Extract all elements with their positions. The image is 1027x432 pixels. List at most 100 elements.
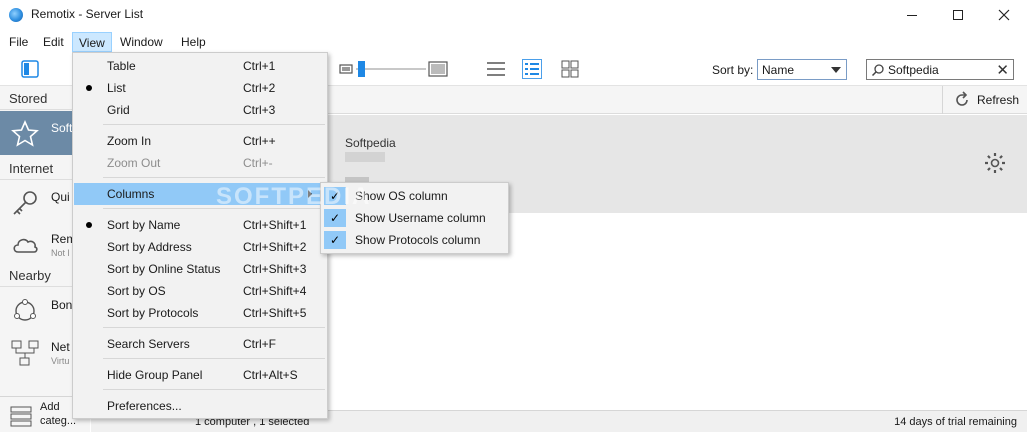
radio-dot-icon (86, 222, 92, 228)
window-title: Remotix - Server List (31, 7, 144, 21)
key-icon (13, 191, 37, 215)
menu-item-shortcut: Ctrl+3 (243, 103, 276, 117)
menu-item-label: Sort by Protocols (107, 306, 199, 320)
menu-item-shortcut: Ctrl+- (243, 156, 273, 170)
search-value: Softpedia (888, 63, 939, 77)
menu-item-hide-group-panel[interactable]: Hide Group Panel Ctrl+Alt+S (74, 364, 326, 386)
menu-item-label: Zoom In (107, 134, 152, 148)
checkmark-icon: ✓ (324, 209, 346, 227)
maximize-icon (953, 10, 963, 20)
menu-item-shortcut: Ctrl+2 (243, 81, 276, 95)
menu-item-shortcut: Ctrl+Alt+S (243, 368, 298, 382)
search-input[interactable]: Softpedia ✕ (866, 59, 1014, 80)
menu-item-label: List (107, 81, 126, 95)
sort-by-select[interactable]: Name (757, 59, 847, 80)
menu-separator (103, 208, 325, 209)
menu-item-search-servers[interactable]: Search Servers Ctrl+F (74, 333, 326, 355)
menu-item-table[interactable]: Table Ctrl+1 (74, 55, 326, 77)
menu-bar: File Edit View Window Help (0, 31, 1027, 53)
server-name: Softpedia (345, 136, 396, 150)
sort-by-label: Sort by: (712, 63, 754, 77)
menu-item-sort-by-address[interactable]: Sort by Address Ctrl+Shift+2 (74, 236, 326, 258)
menu-item-shortcut: Ctrl+Shift+2 (243, 240, 307, 254)
menu-item-label: Sort by Address (107, 240, 192, 254)
menu-item-shortcut: Ctrl+F (243, 337, 276, 351)
zoom-small-icon[interactable] (338, 59, 354, 79)
menu-help[interactable]: Help (175, 32, 212, 52)
menu-separator (103, 358, 325, 359)
app-logo-icon (9, 8, 23, 22)
close-icon (998, 9, 1010, 21)
refresh-icon (956, 91, 968, 106)
menu-item-sort-by-os[interactable]: Sort by OS Ctrl+Shift+4 (74, 280, 326, 302)
menu-item-show-protocols-column[interactable]: ✓ Show Protocols column (322, 229, 507, 251)
menu-item-shortcut: Ctrl++ (243, 134, 276, 148)
table-view-icon[interactable] (486, 59, 506, 79)
trial-status: 14 days of trial remaining (894, 416, 1017, 428)
menu-separator (103, 177, 325, 178)
menu-item-columns[interactable]: Columns (74, 183, 326, 205)
menu-item-shortcut: Ctrl+Shift+5 (243, 306, 307, 320)
checkmark-icon: ✓ (324, 231, 346, 249)
menu-item-label: Show Protocols column (355, 233, 481, 247)
menu-item-shortcut: Ctrl+1 (243, 59, 276, 73)
menu-item-label: Search Servers (107, 337, 190, 351)
menu-item-label: Show Username column (355, 211, 486, 225)
menu-item-preferences[interactable]: Preferences... (74, 395, 326, 417)
refresh-label: Refresh (977, 93, 1020, 107)
menu-item-label: Show OS column (355, 189, 448, 203)
menu-item-label: Sort by Name (107, 218, 181, 232)
menu-item-sort-by-online-status[interactable]: Sort by Online Status Ctrl+Shift+3 (74, 258, 326, 280)
menu-item-sort-by-name[interactable]: Sort by Name Ctrl+Shift+1 (74, 214, 326, 236)
bonjour-icon (14, 299, 36, 321)
menu-view[interactable]: View (72, 32, 112, 52)
minimize-icon (907, 14, 917, 16)
refresh-button[interactable]: Refresh (942, 86, 1027, 114)
menu-separator (103, 124, 325, 125)
cloud-icon (13, 238, 38, 253)
title-bar: Remotix - Server List (0, 0, 1027, 30)
checkmark-icon: ✓ (324, 187, 346, 205)
menu-item-label: Columns (107, 187, 155, 201)
minimize-button[interactable] (889, 0, 935, 30)
menu-item-label: Sort by Online Status (107, 262, 221, 276)
list-view-icon[interactable] (522, 59, 542, 79)
menu-item-show-os-column[interactable]: ✓ Show OS column (322, 185, 507, 207)
zoom-large-icon[interactable] (428, 59, 448, 79)
sidebar-toggle-icon[interactable] (20, 59, 40, 79)
menu-item-sort-by-protocols[interactable]: Sort by Protocols Ctrl+Shift+5 (74, 302, 326, 324)
menu-separator (103, 389, 325, 390)
close-button[interactable] (981, 0, 1027, 30)
menu-item-zoom-in[interactable]: Zoom In Ctrl++ (74, 130, 326, 152)
menu-item-shortcut: Ctrl+Shift+1 (243, 218, 307, 232)
menu-window[interactable]: Window (114, 32, 169, 52)
menu-item-label: Zoom Out (107, 156, 161, 170)
menu-item-zoom-out: Zoom Out Ctrl+- (74, 152, 326, 174)
server-stack-icon (10, 406, 32, 427)
menu-item-label: Grid (107, 103, 130, 117)
menu-item-shortcut: Ctrl+Shift+3 (243, 262, 307, 276)
sort-by-value: Name (762, 63, 795, 77)
menu-item-grid[interactable]: Grid Ctrl+3 (74, 99, 326, 121)
menu-item-show-username-column[interactable]: ✓ Show Username column (322, 207, 507, 229)
menu-file[interactable]: File (3, 32, 34, 52)
menu-item-shortcut: Ctrl+Shift+4 (243, 284, 307, 298)
add-category-line-1: Add (40, 401, 60, 413)
star-icon (11, 120, 39, 147)
clear-search-icon[interactable]: ✕ (996, 61, 1009, 79)
add-category-label: Add categ... (40, 400, 76, 428)
gear-icon[interactable] (984, 152, 1006, 174)
submenu-arrow-icon (308, 190, 312, 198)
grid-view-icon[interactable] (560, 59, 580, 79)
network-icon (11, 340, 39, 366)
menu-item-list[interactable]: List Ctrl+2 (74, 77, 326, 99)
zoom-slider[interactable] (356, 59, 428, 79)
columns-submenu: ✓ Show OS column ✓ Show Username column ✓ S… (320, 182, 509, 254)
menu-item-label: Hide Group Panel (107, 368, 203, 382)
maximize-button[interactable] (935, 0, 981, 30)
menu-edit[interactable]: Edit (37, 32, 70, 52)
add-category-line-2: categ... (40, 415, 77, 427)
server-address-placeholder (345, 152, 385, 162)
search-icon (871, 64, 884, 77)
chevron-down-icon (831, 67, 841, 73)
